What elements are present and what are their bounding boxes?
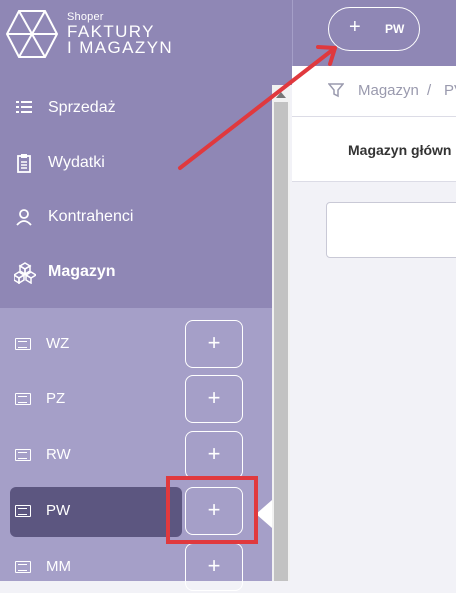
nav-label: Kontrahenci — [48, 208, 134, 225]
submenu-item-mm[interactable]: MM + — [0, 543, 272, 593]
nav-label: Wydatki — [48, 154, 105, 171]
nav-label: Magazyn — [48, 263, 116, 280]
filter-icon[interactable] — [328, 82, 344, 98]
add-rw-button[interactable]: + — [185, 431, 243, 479]
list-icon — [16, 101, 32, 113]
tab-magazyn-glowny[interactable]: Magazyn główn — [348, 142, 451, 158]
submenu-label: PW — [46, 502, 71, 519]
active-row-highlight — [10, 487, 182, 537]
submenu-label: MM — [46, 558, 71, 575]
document-icon — [15, 449, 31, 461]
header-divider — [272, 0, 292, 85]
document-icon — [15, 505, 31, 517]
annotation-highlight-box — [166, 476, 258, 544]
breadcrumb-item-current: PV — [444, 82, 456, 99]
submenu-label: WZ — [46, 335, 70, 352]
add-pz-button[interactable]: + — [185, 375, 243, 423]
content-input[interactable] — [326, 202, 456, 258]
add-pw-header-button[interactable]: + PW — [328, 7, 420, 51]
boxes-icon — [14, 262, 36, 284]
submenu-item-wz[interactable]: WZ + — [0, 320, 272, 370]
submenu-item-rw[interactable]: RW + — [0, 431, 272, 481]
brand-title: FAKTURY I MAGAZYN — [67, 22, 174, 57]
breadcrumb-item-magazyn[interactable]: Magazyn — [358, 82, 419, 99]
document-icon — [15, 561, 31, 573]
nav-item-magazyn[interactable]: Magazyn — [0, 252, 272, 292]
nav-item-kontrahenci[interactable]: Kontrahenci — [0, 197, 272, 237]
nav-item-sprzedaz[interactable]: Sprzedaż — [0, 88, 272, 128]
add-mm-button[interactable]: + — [185, 543, 243, 591]
document-icon — [15, 338, 31, 350]
scroll-up-icon[interactable] — [276, 92, 286, 98]
document-icon — [15, 393, 31, 405]
submenu-label: RW — [46, 446, 71, 463]
submenu-item-pz[interactable]: PZ + — [0, 375, 272, 425]
nav-label: Sprzedaż — [48, 99, 116, 116]
plus-icon: + — [349, 16, 361, 38]
clipboard-icon — [17, 154, 31, 173]
active-pointer-icon — [256, 500, 272, 528]
nav-item-wydatki[interactable]: Wydatki — [0, 143, 272, 183]
breadcrumb-separator: / — [427, 82, 432, 99]
add-wz-button[interactable]: + — [185, 320, 243, 368]
user-icon — [16, 209, 32, 226]
logo-icon — [6, 10, 58, 58]
scroll-thumb[interactable] — [274, 102, 288, 581]
submenu-label: PZ — [46, 390, 66, 407]
button-label: PW — [385, 22, 405, 36]
